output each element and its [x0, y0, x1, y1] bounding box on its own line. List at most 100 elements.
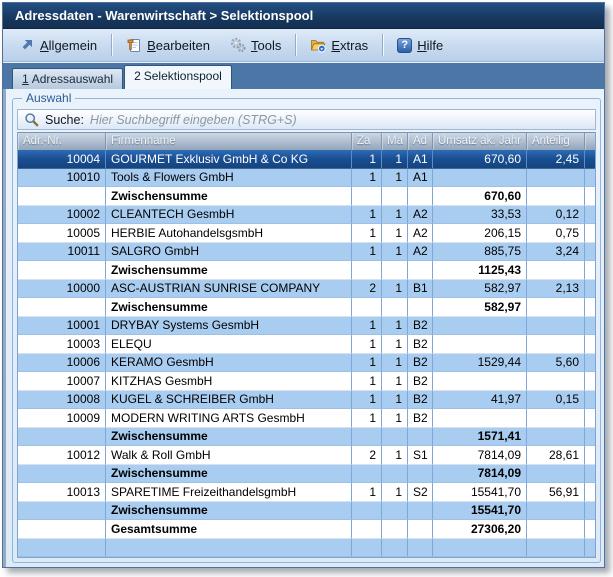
table-row[interactable] — [18, 539, 595, 558]
column-header-umsatz[interactable]: Umsatz ak. Jahr — [433, 133, 527, 150]
tab-selektionspool[interactable]: 2Selektionspool — [124, 65, 232, 89]
cell-za — [352, 261, 382, 280]
cell-firmenname: Zwischensumme — [106, 465, 352, 484]
toolbar: Allgemein Bearbeiten — [3, 29, 604, 62]
clipboard-icon — [126, 37, 142, 53]
table-body: 10004 GOURMET Exklusiv GmbH & Co KG 1 1 … — [18, 150, 595, 557]
cell-firmenname: SPARETIME FreizeithandelsgmbH — [106, 483, 352, 502]
cell-adr-nr: 10007 — [18, 372, 106, 391]
cell-umsatz: 582,97 — [433, 280, 527, 299]
table-row[interactable]: 10009 MODERN WRITING ARTS GesmbH 1 1 B2 — [18, 409, 595, 428]
search-placeholder: Hier Suchbegriff eingeben (STRG+S) — [90, 113, 297, 127]
cell-anteilig: 5,60 — [527, 354, 585, 373]
cell-ad: B1 — [408, 280, 433, 299]
tools-button[interactable]: Tools — [220, 33, 291, 57]
cell-ad: B2 — [408, 391, 433, 410]
cell-ad — [408, 520, 433, 539]
cell-blank — [585, 502, 595, 521]
cell-ad — [408, 502, 433, 521]
table-row[interactable]: Zwischensumme 1125,43 — [18, 261, 595, 280]
cell-blank — [585, 169, 595, 188]
table-row[interactable]: 10003 ELEQU 1 1 B2 — [18, 335, 595, 354]
cell-adr-nr — [18, 187, 106, 206]
table-row[interactable]: Zwischensumme 7814,09 — [18, 465, 595, 484]
cell-ma: 1 — [382, 409, 408, 428]
cell-blank — [585, 465, 595, 484]
cell-ma: 1 — [382, 335, 408, 354]
table-row[interactable]: 10006 KERAMO GesmbH 1 1 B2 1529,44 5,60 — [18, 354, 595, 373]
column-header-anteilig[interactable]: Anteilig — [527, 133, 585, 150]
bearbeiten-button[interactable]: Bearbeiten — [116, 33, 220, 57]
cell-ad — [408, 261, 433, 280]
cell-za — [352, 520, 382, 539]
allgemein-button[interactable]: Allgemein — [9, 33, 107, 57]
column-header-za[interactable]: Za — [352, 133, 382, 150]
cell-ma: 1 — [382, 354, 408, 373]
column-header-ma[interactable]: Ma — [382, 133, 408, 150]
table-row[interactable]: 10008 KUGEL & SCHREIBER GmbH 1 1 B2 41,9… — [18, 391, 595, 410]
cell-umsatz: 1125,43 — [433, 261, 527, 280]
table-row[interactable]: 10010 Tools & Flowers GmbH 1 1 A1 — [18, 169, 595, 188]
cell-ad — [408, 187, 433, 206]
cell-firmenname: Zwischensumme — [106, 502, 352, 521]
table-row[interactable]: Zwischensumme 15541,70 — [18, 502, 595, 521]
table-row[interactable]: 10000 ASC-AUSTRIAN SUNRISE COMPANY 2 1 B… — [18, 280, 595, 299]
cell-umsatz: 1529,44 — [433, 354, 527, 373]
table-row[interactable]: 10002 CLEANTECH GesmbH 1 1 A2 33,53 0,12 — [18, 206, 595, 225]
cell-blank — [585, 224, 595, 243]
column-header-ad[interactable]: Ad — [408, 133, 433, 150]
cell-blank — [585, 187, 595, 206]
cell-ad: A2 — [408, 224, 433, 243]
tab-adressauswahl[interactable]: 1Adressauswahl — [12, 68, 123, 89]
table-row[interactable]: 10011 SALGRO GmbH 1 1 A2 885,75 3,24 — [18, 243, 595, 262]
column-header-adr-nr[interactable]: Adr.-Nr. — [18, 133, 106, 150]
search-input[interactable]: Suche: Hier Suchbegriff eingeben (STRG+S… — [17, 109, 596, 130]
cell-umsatz: 1571,41 — [433, 428, 527, 447]
cell-anteilig — [527, 428, 585, 447]
cell-ma — [382, 502, 408, 521]
cell-umsatz: 7814,09 — [433, 465, 527, 484]
cell-umsatz: 27306,20 — [433, 520, 527, 539]
cell-za: 2 — [352, 446, 382, 465]
table-row[interactable]: 10005 HERBIE AutohandelsgsmbH 1 1 A2 206… — [18, 224, 595, 243]
table-row[interactable]: 10004 GOURMET Exklusiv GmbH & Co KG 1 1 … — [18, 150, 595, 169]
cell-za: 1 — [352, 243, 382, 262]
cell-firmenname: Zwischensumme — [106, 187, 352, 206]
cell-umsatz — [433, 169, 527, 188]
column-header-firmenname[interactable]: Firmenname — [106, 133, 352, 150]
table-row[interactable]: Zwischensumme 670,60 — [18, 187, 595, 206]
table-row[interactable]: 10001 DRYBAY Systems GesmbH 1 1 B2 — [18, 317, 595, 336]
cell-adr-nr — [18, 520, 106, 539]
table-row[interactable]: 10007 KITZHAS GesmbH 1 1 B2 — [18, 372, 595, 391]
cell-umsatz: 15541,70 — [433, 483, 527, 502]
table-row[interactable]: 10012 Walk & Roll GmbH 2 1 S1 7814,09 28… — [18, 446, 595, 465]
hilfe-button[interactable]: Hilfe — [387, 34, 453, 57]
table-row[interactable]: 10013 SPARETIME FreizeithandelsgmbH 1 1 … — [18, 483, 595, 502]
table-row[interactable]: Zwischensumme 1571,41 — [18, 428, 595, 447]
cell-firmenname: Gesamtsumme — [106, 520, 352, 539]
cell-za: 1 — [352, 483, 382, 502]
cell-umsatz — [433, 372, 527, 391]
folder-extras-icon — [310, 37, 326, 53]
extras-button[interactable]: Extras — [300, 33, 378, 57]
cell-anteilig — [527, 372, 585, 391]
table-row[interactable]: Zwischensumme 582,97 — [18, 298, 595, 317]
cell-za: 1 — [352, 354, 382, 373]
cell-za: 1 — [352, 335, 382, 354]
cell-za: 1 — [352, 317, 382, 336]
cell-umsatz: 206,15 — [433, 224, 527, 243]
table-header: Adr.-Nr. Firmenname Za Ma Ad Umsatz ak. … — [18, 132, 595, 150]
toolbar-separator — [295, 34, 296, 56]
table-row[interactable]: Gesamtsumme 27306,20 — [18, 520, 595, 539]
cell-firmenname — [106, 539, 352, 558]
search-icon — [24, 112, 39, 127]
cell-ma: 1 — [382, 150, 408, 169]
cell-ad — [408, 539, 433, 558]
cell-za — [352, 465, 382, 484]
cell-firmenname: KUGEL & SCHREIBER GmbH — [106, 391, 352, 410]
cell-anteilig: 3,24 — [527, 243, 585, 262]
cell-adr-nr: 10012 — [18, 446, 106, 465]
cell-za — [352, 502, 382, 521]
cell-umsatz: 885,75 — [433, 243, 527, 262]
cell-umsatz: 15541,70 — [433, 502, 527, 521]
